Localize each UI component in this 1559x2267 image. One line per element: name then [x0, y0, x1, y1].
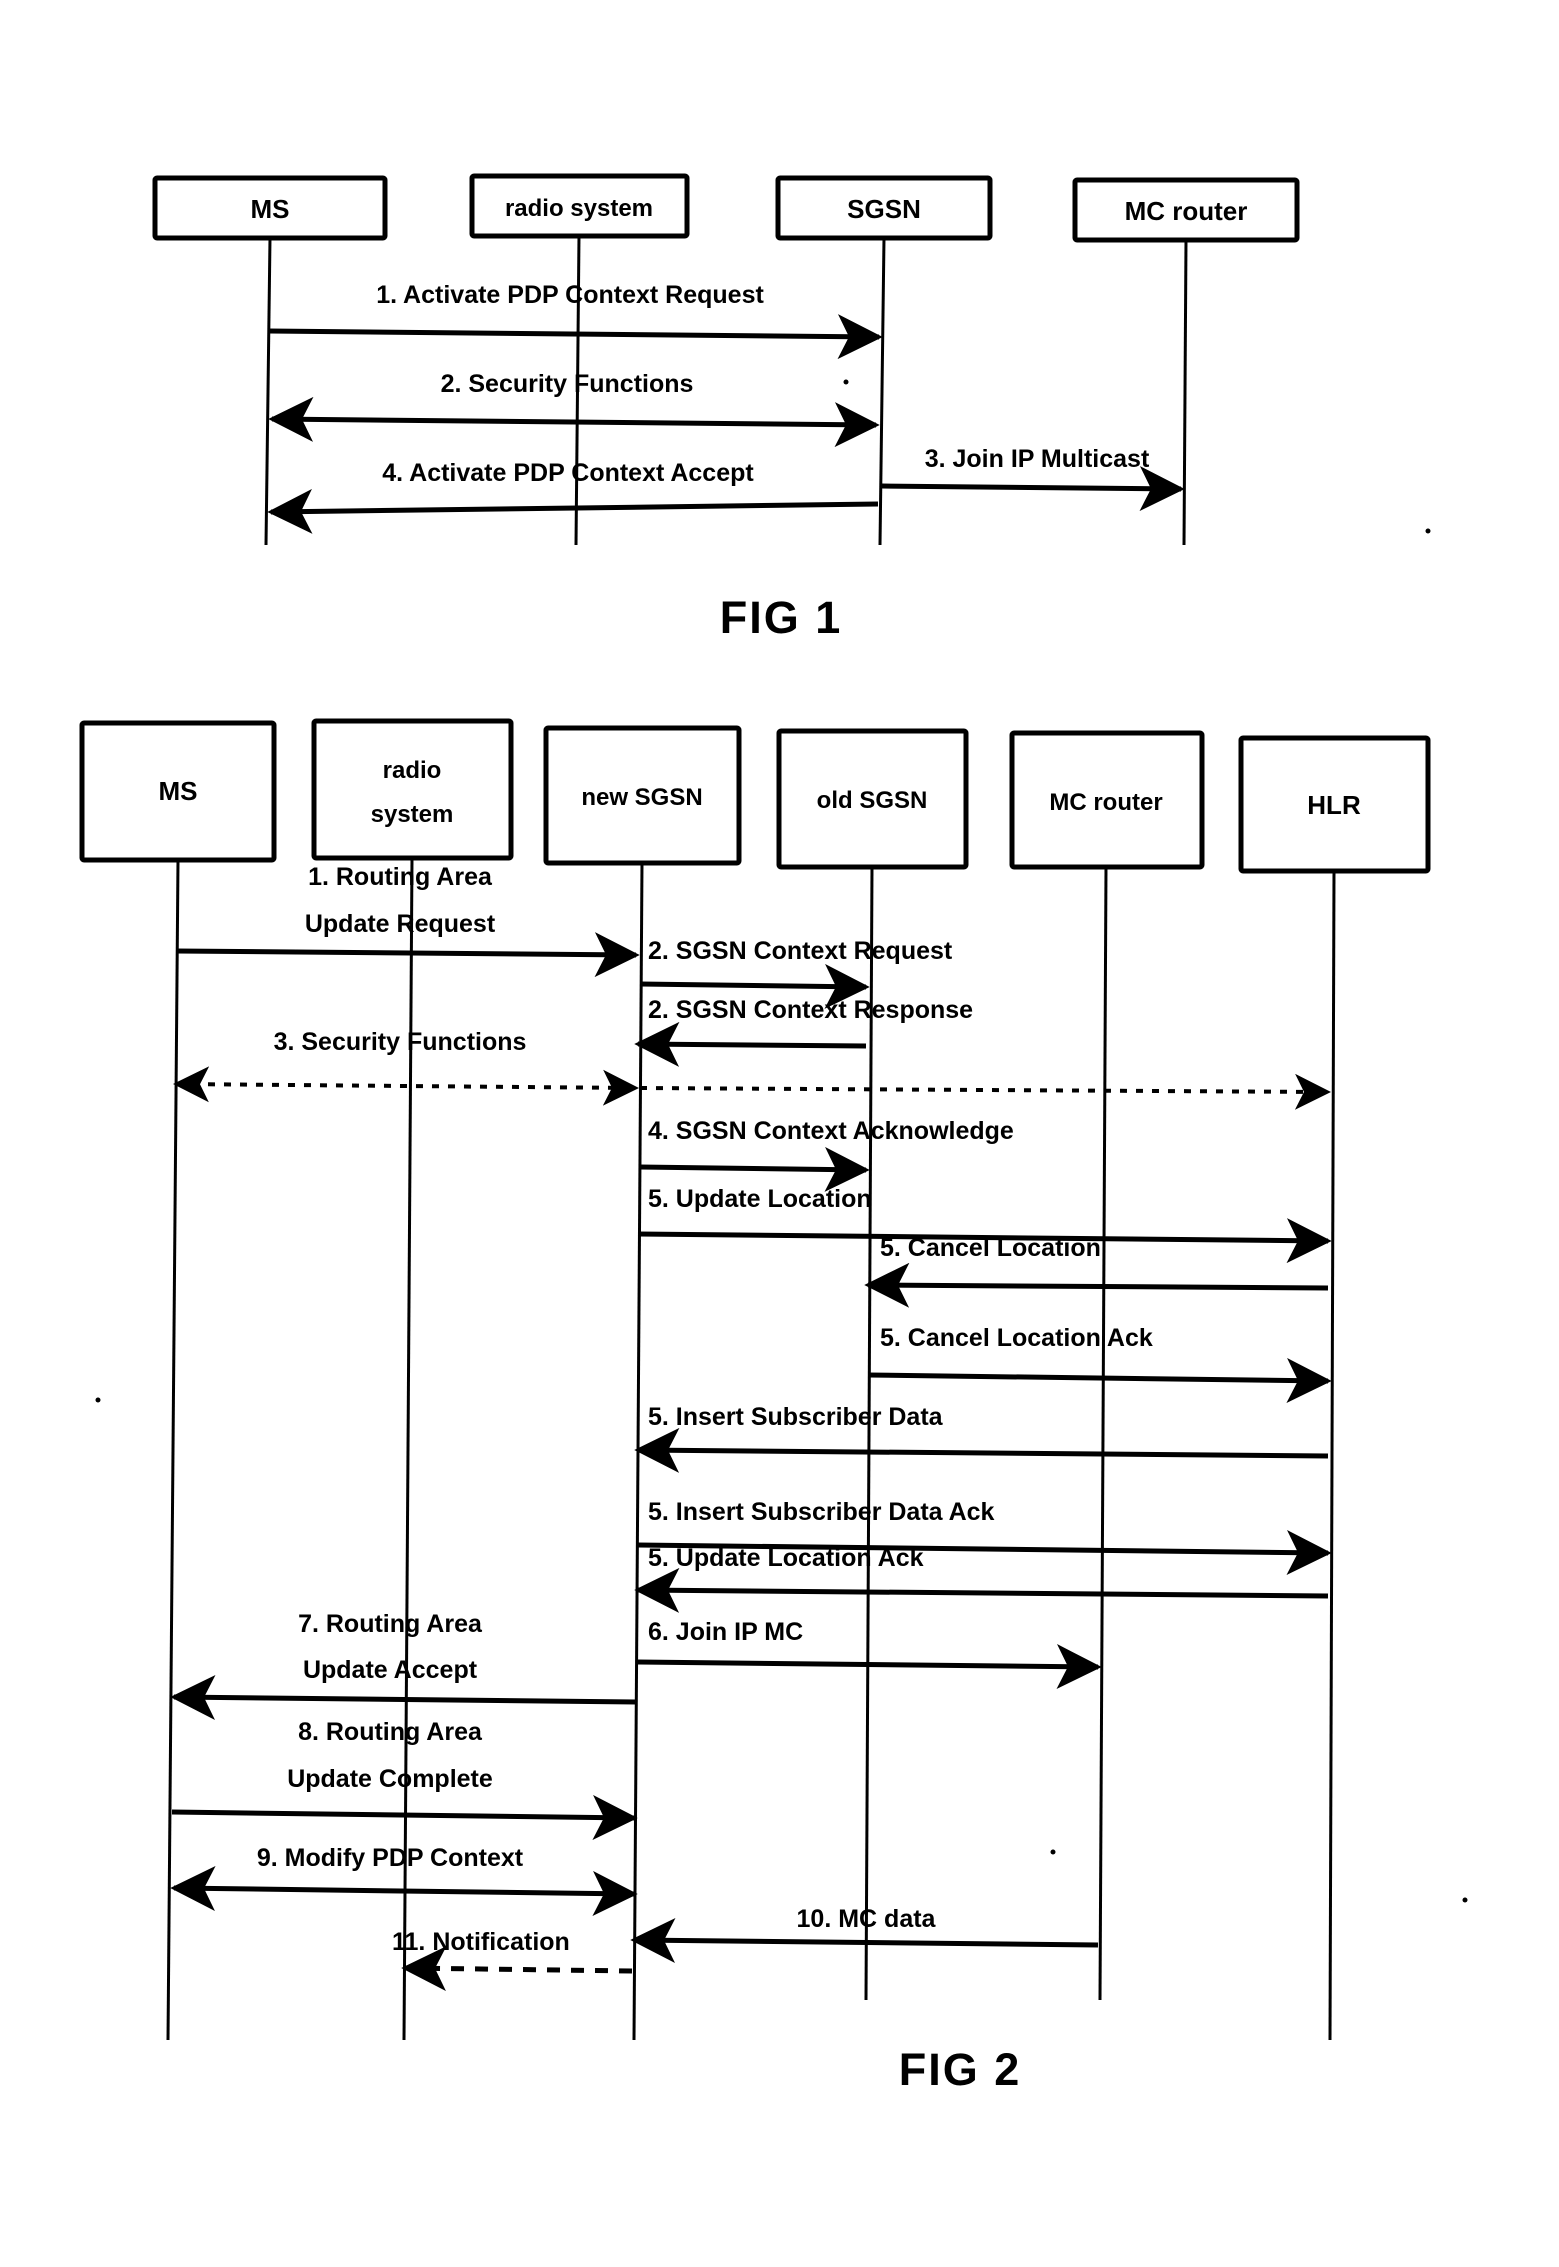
- fig2-message-1-label-line2: Update Request: [305, 910, 496, 938]
- fig2-message-1-arrow: [175, 932, 640, 978]
- fig2-lane-label-mc-router: MC router: [1049, 789, 1162, 816]
- fig2-message-5d-arrow: [634, 1427, 1329, 1473]
- fig2-lifeline-hlr: [1328, 870, 1336, 2041]
- fig2-lifeline-mc-router: [1098, 866, 1108, 2001]
- fig2-message-4[interactable]: 4. SGSN Context Acknowledge: [639, 1117, 1014, 1192]
- scan-speck: [843, 379, 849, 385]
- fig2-message-1[interactable]: 1. Routing Area Update Request: [175, 863, 640, 978]
- scan-speck: [1425, 528, 1431, 534]
- fig2-message-2b-label: 2. SGSN Context Response: [648, 996, 973, 1024]
- scan-speck: [1462, 1897, 1468, 1903]
- fig2-lane-mc-router[interactable]: MC router: [1009, 730, 1205, 870]
- fig2-message-5f-arrow: [634, 1567, 1329, 1613]
- fig2-lane-label-radio-line1: radio: [383, 757, 442, 784]
- fig1-message-1-label: 1. Activate PDP Context Request: [376, 281, 764, 309]
- fig2-message-5a[interactable]: 5. Update Location: [637, 1185, 1332, 1264]
- fig1-message-2[interactable]: 2. Security Functions: [268, 370, 880, 448]
- fig2-message-7-arrow: [170, 1674, 637, 1720]
- figure-1: MS radio system SGSN MC router 1. Activa…: [152, 173, 1300, 643]
- fig2-message-2a-arrow: [639, 963, 870, 1009]
- fig1-lane-label-ms: MS: [251, 194, 290, 224]
- fig2-lane-label-new-sgsn: new SGSN: [581, 784, 702, 811]
- fig1-message-3[interactable]: 3. Join IP Multicast: [881, 445, 1185, 512]
- fig2-lane-label-old-sgsn: old SGSN: [817, 787, 928, 814]
- fig2-message-5d[interactable]: 5. Insert Subscriber Data: [634, 1403, 1329, 1473]
- fig2-message-9-label: 9. Modify PDP Context: [257, 1844, 524, 1872]
- fig1-message-4[interactable]: 4. Activate PDP Context Accept: [267, 459, 879, 534]
- fig2-message-2a-label: 2. SGSN Context Request: [648, 937, 953, 965]
- fig1-lifeline-sgsn: [878, 237, 886, 546]
- fig2-message-5b-arrow: [864, 1262, 1329, 1308]
- fig2-message-5c[interactable]: 5. Cancel Location Ack: [867, 1324, 1332, 1403]
- fig2-message-8[interactable]: 8. Routing Area Update Complete: [171, 1718, 638, 1840]
- fig2-message-9-arrow: [170, 1866, 638, 1916]
- fig1-lifeline-mc-router: [1182, 239, 1188, 546]
- fig1-lane-sgsn[interactable]: SGSN: [775, 175, 993, 241]
- fig2-message-5b-label: 5. Cancel Location: [880, 1234, 1101, 1262]
- fig2-message-10-label: 10. MC data: [797, 1905, 937, 1933]
- fig2-message-8-label-line1: 8. Routing Area: [298, 1718, 483, 1746]
- fig2-caption: FIG 2: [899, 2044, 1022, 2095]
- fig2-message-1-label-line1: 1. Routing Area: [308, 863, 493, 891]
- fig1-lane-label-radio-system: radio system: [505, 195, 653, 222]
- sequence-diagram-canvas: MS radio system SGSN MC router 1. Activa…: [79, 173, 1468, 2095]
- fig2-message-4-label: 4. SGSN Context Acknowledge: [648, 1117, 1014, 1145]
- fig2-message-3-label: 3. Security Functions: [274, 1028, 527, 1056]
- fig2-message-7-label-line2: Update Accept: [303, 1656, 478, 1684]
- fig2-message-11[interactable]: 11. Notification: [392, 1928, 633, 1992]
- fig1-caption: FIG 1: [720, 592, 843, 643]
- figure-2: MS radio system new SGSN old SGSN MC rou…: [79, 718, 1431, 2095]
- scan-speck: [95, 1397, 101, 1403]
- fig1-lane-radio-system[interactable]: radio system: [469, 173, 690, 239]
- fig2-message-3[interactable]: 3. Security Functions: [173, 1028, 1331, 1110]
- fig1-message-1-arrow: [268, 314, 883, 360]
- fig1-message-2-arrow: [268, 396, 880, 448]
- fig2-message-3-arrow-left-span: [173, 1066, 639, 1106]
- fig2-message-11-arrow: [401, 1946, 633, 1992]
- fig1-message-3-arrow: [881, 466, 1185, 512]
- fig1-lifeline-ms: [264, 237, 272, 546]
- fig1-lane-label-mc-router: MC router: [1125, 196, 1248, 226]
- fig1-message-1[interactable]: 1. Activate PDP Context Request: [268, 281, 883, 360]
- fig2-message-2b-arrow: [634, 1021, 867, 1067]
- fig2-lane-ms[interactable]: MS: [79, 720, 277, 863]
- fig2-message-6-label: 6. Join IP MC: [648, 1618, 803, 1646]
- fig2-message-2b[interactable]: 2. SGSN Context Response: [634, 996, 973, 1067]
- fig2-message-10-arrow: [630, 1917, 1099, 1963]
- fig1-lane-ms[interactable]: MS: [152, 175, 388, 241]
- fig2-message-5a-label: 5. Update Location: [648, 1185, 872, 1213]
- fig2-lane-label-radio-line2: system: [371, 801, 454, 828]
- fig2-message-7-label-line1: 7. Routing Area: [298, 1610, 483, 1638]
- fig2-message-8-arrow: [171, 1794, 638, 1840]
- fig2-lane-old-sgsn[interactable]: old SGSN: [776, 728, 969, 870]
- fig2-message-2a[interactable]: 2. SGSN Context Request: [639, 937, 953, 1009]
- scan-speck: [1050, 1849, 1056, 1855]
- fig2-message-5c-label: 5. Cancel Location Ack: [880, 1324, 1153, 1352]
- fig2-lifeline-old-sgsn: [864, 866, 874, 2001]
- fig2-message-5e-label: 5. Insert Subscriber Data Ack: [648, 1498, 995, 1526]
- fig1-message-4-label: 4. Activate PDP Context Accept: [382, 459, 754, 487]
- fig1-message-4-arrow: [267, 488, 879, 534]
- fig2-message-5f-label: 5. Update Location Ack: [648, 1544, 924, 1572]
- fig2-lane-label-hlr: HLR: [1307, 790, 1361, 820]
- fig2-message-11-label: 11. Notification: [392, 1928, 570, 1956]
- fig2-lane-label-ms: MS: [159, 776, 198, 806]
- fig1-message-2-label: 2. Security Functions: [441, 370, 694, 398]
- fig1-message-3-label: 3. Join IP Multicast: [925, 445, 1150, 473]
- fig2-lane-new-sgsn[interactable]: new SGSN: [543, 725, 742, 866]
- fig1-lane-mc-router[interactable]: MC router: [1072, 177, 1300, 243]
- fig2-message-8-label-line2: Update Complete: [287, 1765, 493, 1793]
- fig2-message-5d-label: 5. Insert Subscriber Data: [648, 1403, 944, 1431]
- fig2-lifeline-ms: [166, 859, 180, 2041]
- fig2-message-6-arrow: [637, 1644, 1102, 1690]
- fig2-message-5c-arrow: [867, 1357, 1332, 1403]
- fig2-lane-hlr[interactable]: HLR: [1238, 735, 1431, 874]
- fig2-message-4-arrow: [639, 1146, 870, 1192]
- fig2-lane-radio-system[interactable]: radio system: [311, 718, 514, 861]
- fig1-lane-label-sgsn: SGSN: [847, 194, 921, 224]
- patent-drawing-sheet: MS radio system SGSN MC router 1. Activa…: [0, 0, 1559, 2267]
- fig2-message-3-arrow-right-span: [639, 1073, 1331, 1110]
